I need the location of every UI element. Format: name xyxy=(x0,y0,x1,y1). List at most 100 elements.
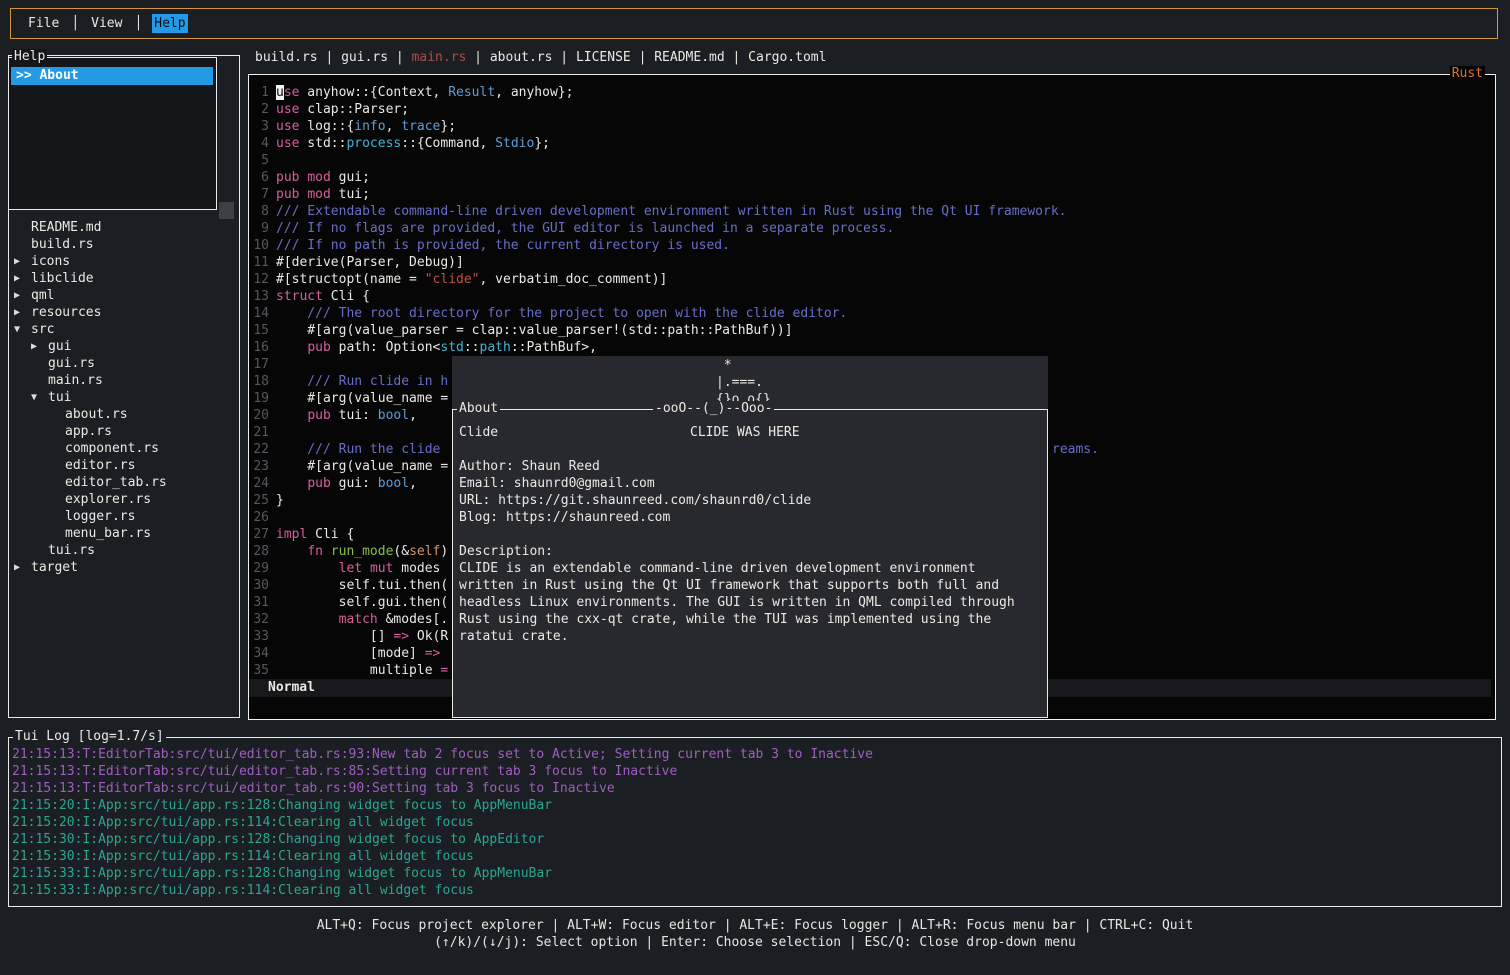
tree-item-target[interactable]: ▶target xyxy=(9,559,239,576)
log-entry: 21:15:33:I:App:src/tui/app.rs:128:Changi… xyxy=(12,865,1498,882)
code-text: use anyhow::{Context, Result, anyhow}; xyxy=(276,84,573,101)
log-entry: 21:15:33:I:App:src/tui/app.rs:114:Cleari… xyxy=(12,882,1498,899)
line-number: 21 xyxy=(249,424,269,441)
tree-item-app-rs[interactable]: app.rs xyxy=(9,423,239,440)
tree-item-about-rs[interactable]: about.rs xyxy=(9,406,239,423)
menu-bar: File│View│Help xyxy=(10,8,1498,39)
log-lines: 21:15:13:T:EditorTab:src/tui/editor_tab.… xyxy=(12,746,1498,899)
code-text: [] => Ok(R xyxy=(276,628,448,645)
code-line: 3use log::{info, trace}; xyxy=(249,118,1495,135)
tree-item-gui[interactable]: ▶gui xyxy=(9,338,239,355)
line-number: 5 xyxy=(249,152,269,169)
tab-main-rs[interactable]: main.rs xyxy=(412,50,467,65)
line-number: 32 xyxy=(249,611,269,628)
tui-log-panel[interactable]: Tui Log [log=1.7/s] 21:15:13:T:EditorTab… xyxy=(8,737,1502,907)
tree-item-editor-rs[interactable]: editor.rs xyxy=(9,457,239,474)
menu-item-view[interactable]: View xyxy=(89,14,124,33)
tree-item-tui-rs[interactable]: tui.rs xyxy=(9,542,239,559)
line-number: 6 xyxy=(249,169,269,186)
tree-item-label: resources xyxy=(31,304,101,321)
tree-item-component-rs[interactable]: component.rs xyxy=(9,440,239,457)
shortcut-line-1: ALT+Q: Focus project explorer | ALT+W: F… xyxy=(0,917,1510,934)
tab-separator: | xyxy=(388,50,411,65)
code-token: path: Option< xyxy=(331,340,441,355)
tree-item-tui[interactable]: ▼tui xyxy=(9,389,239,406)
code-line: 1use anyhow::{Context, Result, anyhow}; xyxy=(249,84,1495,101)
code-token xyxy=(362,561,370,576)
code-token xyxy=(276,561,339,576)
code-text: #[structopt(name = "clide", verbatim_doc… xyxy=(276,271,667,288)
help-dropdown-menu: Help >> About xyxy=(8,57,217,210)
popup-text-line xyxy=(459,526,1041,543)
code-text: pub path: Option<std::path::PathBuf>, xyxy=(276,339,597,356)
code-token: log::{ xyxy=(299,119,354,134)
code-text: impl Cli { xyxy=(276,526,354,543)
code-token: trace xyxy=(401,119,440,134)
tree-item-main-rs[interactable]: main.rs xyxy=(9,372,239,389)
chevron-down-icon: ▼ xyxy=(31,389,37,406)
tab-LICENSE[interactable]: LICENSE xyxy=(576,50,631,65)
tree-item-menu_bar-rs[interactable]: menu_bar.rs xyxy=(9,525,239,542)
popup-text-line: ratatui crate. xyxy=(459,628,1041,645)
tree-item-qml[interactable]: ▶qml xyxy=(9,287,239,304)
code-token: self.gui.then( xyxy=(276,595,448,610)
code-token: /// If no flags are provided, the GUI ed… xyxy=(276,221,894,236)
code-token: &modes[. xyxy=(378,612,448,627)
tab-build-rs[interactable]: build.rs xyxy=(255,50,318,65)
shortcut-line-2: (↑/k)/(↓/j): Select option | Enter: Choo… xyxy=(0,934,1510,951)
code-line: 11 #[derive(Parser, Debug)] xyxy=(249,254,1495,271)
line-number: 11 xyxy=(249,254,269,271)
tree-item-icons[interactable]: ▶icons xyxy=(9,253,239,270)
tree-item-build-rs[interactable]: build.rs xyxy=(9,236,239,253)
code-token: = xyxy=(440,663,448,678)
tree-item-README-md[interactable]: README.md xyxy=(9,219,239,236)
tab-gui-rs[interactable]: gui.rs xyxy=(341,50,388,65)
code-token: process xyxy=(346,136,401,151)
log-entry: 21:15:30:I:App:src/tui/app.rs:114:Cleari… xyxy=(12,848,1498,865)
tree-item-label: README.md xyxy=(31,219,101,236)
tree-item-logger-rs[interactable]: logger.rs xyxy=(9,508,239,525)
code-token: self xyxy=(409,544,440,559)
code-token: /// The root directory for the project t… xyxy=(276,306,847,321)
code-token: #[arg(value_parser = clap::value_parser!… xyxy=(276,323,793,338)
tab-README-md[interactable]: README.md xyxy=(654,50,724,65)
tree-item-libclide[interactable]: ▶libclide xyxy=(9,270,239,287)
tree-item-src[interactable]: ▼src xyxy=(9,321,239,338)
chevron-right-icon: ▶ xyxy=(14,559,20,576)
log-entry: 21:15:13:T:EditorTab:src/tui/editor_tab.… xyxy=(12,780,1498,797)
code-text: [mode] => xyxy=(276,645,440,662)
code-line: 2use clap::Parser; xyxy=(249,101,1495,118)
line-number: 25 xyxy=(249,492,269,509)
code-line: 6pub mod gui; xyxy=(249,169,1495,186)
tab-Cargo-toml[interactable]: Cargo.toml xyxy=(748,50,826,65)
tab-separator: | xyxy=(631,50,654,65)
code-token: ::{Command, xyxy=(401,136,495,151)
menu-item-file[interactable]: File xyxy=(26,14,61,33)
code-token: match xyxy=(339,612,378,627)
code-token: path xyxy=(480,340,511,355)
chevron-right-icon: ▶ xyxy=(14,287,20,304)
tree-item-explorer-rs[interactable]: explorer.rs xyxy=(9,491,239,508)
tree-item-editor_tab-rs[interactable]: editor_tab.rs xyxy=(9,474,239,491)
code-token: tui: xyxy=(331,408,378,423)
dropdown-item-about[interactable]: >> About xyxy=(11,67,213,85)
code-token: mod xyxy=(307,187,330,202)
popup-header-art: -ooO--(_)--Ooo- xyxy=(653,401,774,417)
line-number: 3 xyxy=(249,118,269,135)
menu-item-help[interactable]: Help xyxy=(152,14,187,33)
code-text: } xyxy=(276,492,284,509)
tree-item-label: src xyxy=(31,321,54,338)
clide-tui-screen: File│View│Help build.rs | gui.rs | main.… xyxy=(0,0,1510,975)
code-token: , xyxy=(409,408,417,423)
line-number: 8 xyxy=(249,203,269,220)
code-line: 16 pub path: Option<std::path::PathBuf>, xyxy=(249,339,1495,356)
tree-item-gui-rs[interactable]: gui.rs xyxy=(9,355,239,372)
popup-text-line: headless Linux environments. The GUI is … xyxy=(459,594,1041,611)
code-token: use xyxy=(276,102,299,117)
explorer-scrollbar-thumb[interactable] xyxy=(219,202,234,219)
tab-about-rs[interactable]: about.rs xyxy=(490,50,553,65)
code-token: use xyxy=(276,119,299,134)
tree-item-label: tui.rs xyxy=(48,542,95,559)
tree-item-resources[interactable]: ▶resources xyxy=(9,304,239,321)
code-text: #[derive(Parser, Debug)] xyxy=(276,254,464,271)
